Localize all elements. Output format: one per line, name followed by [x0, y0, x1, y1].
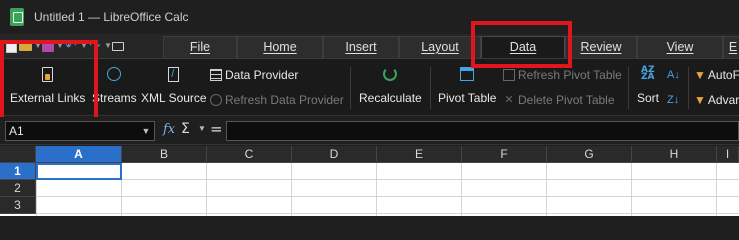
streams-button[interactable]: Streams — [92, 67, 137, 105]
title-bar: Untitled 1 — LibreOffice Calc — [0, 0, 739, 34]
column-header-b[interactable]: B — [122, 146, 207, 163]
row-header-1[interactable]: 1 — [0, 163, 36, 180]
tab-insert[interactable]: Insert — [323, 36, 399, 58]
tab-home[interactable]: Home — [237, 36, 323, 58]
tab-view[interactable]: View — [637, 36, 723, 58]
print-icon[interactable] — [112, 41, 124, 51]
xml-source-button[interactable]: XML Source — [141, 67, 207, 105]
chevron-down-icon[interactable]: ▼ — [104, 39, 112, 53]
ribbon-separator — [688, 67, 689, 109]
name-box[interactable]: A1 — [5, 121, 155, 141]
cell-area[interactable] — [36, 163, 739, 216]
ribbon-separator — [628, 67, 629, 109]
sort-ascending-button[interactable]: A↓ — [667, 66, 680, 84]
column-header-c[interactable]: C — [207, 146, 292, 163]
refresh-pivot-table-button[interactable]: Refresh Pivot Table — [503, 66, 622, 84]
advanced-filter-button[interactable]: ▼ Advar — [694, 91, 739, 109]
ribbon-separator — [430, 67, 431, 109]
pivot-table-icon — [460, 67, 475, 81]
column-header-d[interactable]: D — [292, 146, 377, 163]
column-header-f[interactable]: F — [462, 146, 547, 163]
column-header-i[interactable]: I — [717, 146, 739, 163]
ribbon-separator — [350, 67, 351, 109]
globe-icon — [107, 67, 122, 81]
refresh-icon — [210, 94, 222, 106]
data-provider-button[interactable]: Data Provider — [210, 66, 298, 84]
row-header-3[interactable]: 3 — [0, 197, 36, 214]
calc-spreadsheet-icon — [10, 8, 24, 26]
sum-icon[interactable]: Σ — [181, 121, 190, 137]
ribbon: External Links Streams XML Source Data P… — [0, 58, 739, 116]
filter-icon: ▼ — [694, 68, 706, 82]
tab-row: ▼ ▼ ↶ ▼ ↷ ▼ File Home Insert Layout Data… — [0, 34, 739, 59]
refresh-pivot-icon — [503, 69, 515, 81]
pivot-table-button[interactable]: Pivot Table — [438, 67, 496, 105]
highlight-data-tab — [471, 21, 572, 68]
highlight-external-links — [0, 40, 98, 123]
tab-layout[interactable]: Layout — [399, 36, 481, 58]
xml-source-icon — [168, 67, 180, 82]
function-wizard-icon[interactable]: fx — [163, 122, 175, 137]
refresh-data-provider-button[interactable]: Refresh Data Provider — [210, 91, 344, 109]
recalculate-icon — [383, 67, 398, 81]
sort-descending-button[interactable]: Z↓ — [667, 91, 679, 109]
tab-extension[interactable]: E — [723, 36, 739, 58]
tab-file[interactable]: File — [163, 36, 237, 58]
sort-descending-icon: Z↓ — [667, 94, 680, 106]
column-header-e[interactable]: E — [377, 146, 462, 163]
chevron-down-icon[interactable]: ▼ — [198, 124, 206, 133]
tab-review[interactable]: Review — [565, 36, 637, 58]
sort-button[interactable]: AZ ZA Sort — [637, 65, 659, 106]
sort-ascending-icon: A↓ — [667, 69, 680, 81]
select-all-corner[interactable] — [0, 146, 36, 163]
data-provider-icon — [210, 69, 222, 81]
spreadsheet-grid: A B C D E F G H I 1 2 3 — [0, 146, 739, 216]
delete-pivot-table-button[interactable]: ✕ Delete Pivot Table — [503, 91, 614, 109]
autofilter-button[interactable]: ▼ AutoF — [694, 66, 739, 84]
column-header-h[interactable]: H — [632, 146, 717, 163]
column-header-a[interactable]: A — [36, 146, 122, 163]
sort-icon: AZ ZA — [641, 65, 655, 82]
column-header-g[interactable]: G — [547, 146, 632, 163]
advanced-filter-icon: ▼ — [694, 93, 706, 107]
delete-icon: ✕ — [504, 94, 514, 106]
window-title: Untitled 1 — LibreOffice Calc — [34, 10, 189, 24]
formula-bar: A1 ▼ fx Σ ▼ = — [0, 117, 739, 145]
active-cell-cursor[interactable] — [36, 163, 122, 180]
chevron-down-icon[interactable]: ▼ — [137, 121, 155, 141]
row-header-2[interactable]: 2 — [0, 180, 36, 197]
recalculate-button[interactable]: Recalculate — [359, 67, 422, 105]
formula-icon[interactable]: = — [210, 120, 223, 138]
formula-input[interactable] — [226, 121, 739, 141]
